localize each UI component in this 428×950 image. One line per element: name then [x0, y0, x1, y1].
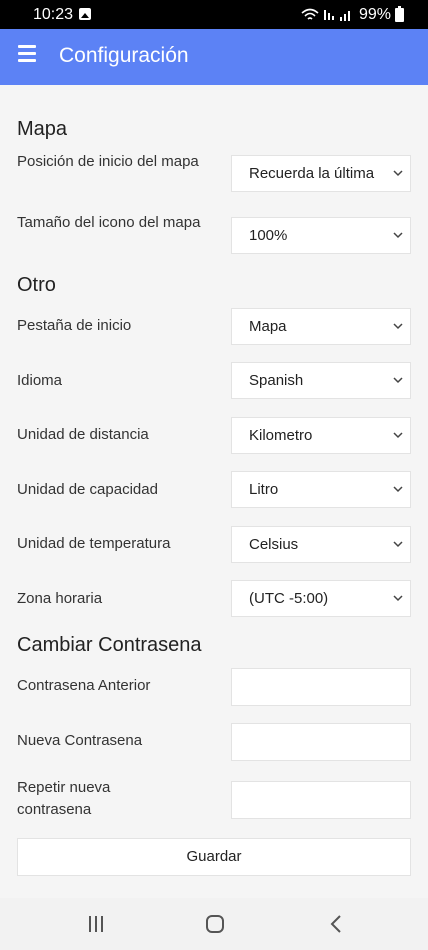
status-indicators: 99%	[301, 5, 404, 25]
start-position-label: Posición de inicio del mapa	[17, 153, 199, 170]
battery-icon	[395, 6, 404, 22]
back-icon[interactable]	[321, 912, 351, 936]
icon-size-select[interactable]: 100%	[231, 217, 411, 254]
chevron-down-icon	[393, 232, 403, 239]
timezone-label: Zona horaria	[17, 590, 103, 607]
status-time: 10:23	[33, 6, 74, 23]
temperature-unit-select[interactable]: Celsius	[231, 526, 411, 563]
photo-notification-icon	[79, 8, 91, 20]
save-button[interactable]: Guardar	[17, 838, 411, 876]
distance-unit-value: Kilometro	[249, 427, 313, 444]
start-position-select[interactable]: Recuerda la última	[231, 155, 411, 192]
new-password-field[interactable]	[231, 723, 411, 761]
volte-icon	[323, 10, 334, 20]
temperature-unit-value: Celsius	[249, 536, 299, 553]
language-value: Spanish	[249, 372, 304, 389]
chevron-down-icon	[393, 170, 403, 177]
start-position-value: Recuerda la última	[249, 165, 375, 182]
icon-size-value: 100%	[249, 227, 288, 244]
repeat-password-field[interactable]	[231, 781, 411, 819]
capacity-unit-label: Unidad de capacidad	[17, 481, 158, 498]
capacity-unit-value: Litro	[249, 481, 279, 498]
icon-size-label: Tamaño del icono del mapa	[17, 214, 201, 231]
distance-unit-label: Unidad de distancia	[17, 426, 149, 443]
temperature-unit-label: Unidad de temperatura	[17, 535, 171, 552]
section-title-map: Mapa	[17, 118, 68, 140]
page-title: Configuración	[59, 44, 189, 67]
start-tab-label: Pestaña de inicio	[17, 317, 132, 334]
recents-icon[interactable]	[81, 912, 111, 936]
chevron-down-icon	[393, 323, 403, 330]
distance-unit-select[interactable]: Kilometro	[231, 417, 411, 454]
battery-level: 99%	[358, 6, 391, 23]
home-icon[interactable]	[200, 912, 230, 936]
signal-icon	[339, 11, 350, 21]
chevron-down-icon	[393, 595, 403, 602]
app-bar: Configuración	[0, 29, 428, 85]
old-password-field[interactable]	[231, 668, 411, 706]
chevron-down-icon	[393, 377, 403, 384]
section-title-password: Cambiar Contrasena	[17, 634, 202, 656]
chevron-down-icon	[393, 486, 403, 493]
language-label: Idioma	[17, 372, 63, 389]
status-bar: 10:23 99%	[0, 0, 428, 29]
new-password-label: Nueva Contrasena	[17, 732, 143, 749]
language-select[interactable]: Spanish	[231, 362, 411, 399]
start-tab-select[interactable]: Mapa	[231, 308, 411, 345]
wifi-icon	[301, 8, 319, 20]
old-password-label: Contrasena Anterior	[17, 677, 151, 694]
repeat-password-label: Repetir nueva contrasena	[17, 779, 111, 818]
start-tab-value: Mapa	[249, 318, 287, 335]
capacity-unit-select[interactable]: Litro	[231, 471, 411, 508]
hamburger-menu-icon[interactable]	[18, 45, 36, 67]
chevron-down-icon	[393, 432, 403, 439]
section-title-other: Otro	[17, 274, 56, 296]
timezone-select[interactable]: (UTC -5:00)	[231, 580, 411, 617]
chevron-down-icon	[393, 541, 403, 548]
system-navigation-bar	[0, 898, 428, 950]
timezone-value: (UTC -5:00)	[249, 590, 329, 607]
